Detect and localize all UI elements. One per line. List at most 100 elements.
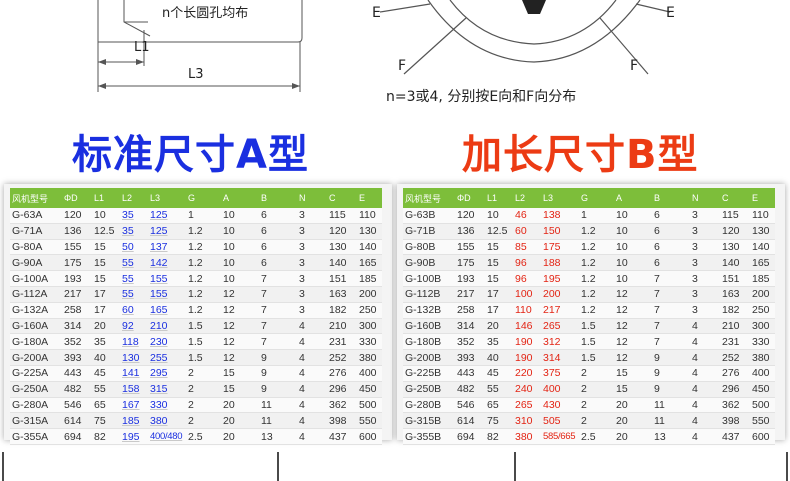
table-cell: 276 [327, 365, 357, 382]
table-cell: 7 [259, 286, 297, 303]
table-cell: 300 [357, 318, 382, 335]
table-cell: G-132B [403, 302, 455, 319]
table-cell: 310 [513, 412, 541, 430]
table-cell: 3 [297, 208, 327, 224]
table-cell: 136 [62, 223, 92, 240]
table-cell: 130 [327, 239, 357, 256]
spec-table-a: 风机型号 ΦD L1 L2 L3 G A B N C E G-63A 120 10 35 125 1 10 6 3 1… [10, 188, 382, 445]
table-cell: 1.2 [186, 254, 221, 272]
table-cell: 398 [720, 412, 750, 430]
table-cell: 1.5 [579, 349, 614, 366]
table-cell: 4 [690, 397, 720, 414]
table-cell: G-180A [10, 333, 62, 351]
table-cell: 430 [541, 397, 579, 414]
table-cell: 165 [148, 302, 186, 319]
table-row: G-355B 694 82 380 585/665 2.5 20 13 4 437 600 [403, 428, 775, 445]
table-cell: 85 [513, 239, 541, 256]
table-cell: 250 [750, 302, 775, 319]
table-cell: G-90B [403, 254, 455, 272]
table-cell: 4 [690, 412, 720, 430]
table-cell: 188 [541, 254, 579, 272]
table-cell: 11 [259, 412, 297, 430]
table-cell: 400 [750, 365, 775, 382]
table-cell: 330 [148, 397, 186, 414]
table-cell: 12.5 [92, 223, 120, 240]
table-cell: 10 [614, 254, 652, 272]
table-cell: 11 [652, 397, 690, 414]
table-cell: 3 [690, 239, 720, 256]
center-mark-icon [522, 0, 546, 14]
table-cell: 6 [652, 208, 690, 224]
column-header: L3 [541, 188, 579, 208]
table-cell: 200 [750, 286, 775, 303]
table-row: G-200A 393 40 130 255 1.5 12 9 4 252 380 [10, 349, 382, 366]
table-cell: G-71B [403, 223, 455, 240]
table-cell: 312 [541, 333, 579, 351]
table-cell: G-280B [403, 397, 455, 414]
table-cell: 10 [221, 223, 259, 240]
table-cell: 65 [92, 397, 120, 414]
table-cell: 3 [297, 223, 327, 240]
table-cell: 17 [92, 302, 120, 319]
table-cell: 600 [750, 428, 775, 445]
dimension-l3-label: L3 [188, 67, 204, 82]
table-row: G-160A 314 20 92 210 1.5 12 7 4 210 300 [10, 318, 382, 335]
table-cell: 2 [579, 365, 614, 382]
table-cell: 4 [690, 318, 720, 335]
table-cell: 6 [259, 239, 297, 256]
table-cell: 482 [455, 381, 485, 398]
table-cell: 6 [259, 223, 297, 240]
table-cell: 258 [62, 302, 92, 319]
table-cell: 12.5 [485, 223, 513, 240]
table-cell: G-180B [403, 333, 455, 351]
column-header: L3 [148, 188, 186, 208]
table-row: G-315B 614 75 310 505 2 20 11 4 398 550 [403, 412, 775, 430]
heading-standard-type-a: 标准尺寸A型 [72, 132, 309, 178]
table-cell: 9 [652, 381, 690, 398]
table-cell: G-315A [10, 412, 62, 430]
table-cell: 600 [357, 428, 382, 445]
table-cell: 546 [62, 397, 92, 414]
table-cell: G-100B [403, 270, 455, 287]
table-cell: 10 [485, 208, 513, 224]
table-cell: G-80A [10, 239, 62, 256]
table-cell: 55 [485, 381, 513, 398]
table-cell: 92 [120, 318, 148, 335]
table-cell: 2 [579, 397, 614, 414]
bottom-divider-3 [514, 452, 516, 481]
table-cell: 314 [455, 318, 485, 335]
table-cell: 1.2 [186, 270, 221, 287]
dimension-l1-label: L1 [134, 40, 150, 55]
table-row: G-250B 482 55 240 400 2 15 9 4 296 450 [403, 381, 775, 398]
table-cell: 12 [614, 349, 652, 366]
table-cell: 6 [259, 254, 297, 272]
table-cell: 352 [62, 333, 92, 351]
table-cell: 15 [221, 381, 259, 398]
table-cell: 130 [720, 239, 750, 256]
table-cell: G-280A [10, 397, 62, 414]
table-cell: 60 [120, 302, 148, 319]
table-cell: 1.5 [186, 333, 221, 351]
table-row: G-100A 193 15 55 155 1.2 10 7 3 151 185 [10, 270, 382, 287]
table-cell: 7 [652, 270, 690, 287]
column-header: A [614, 188, 652, 208]
table-cell: 115 [327, 208, 357, 224]
table-cell: 3 [297, 302, 327, 319]
table-row: G-80A 155 15 50 137 1.2 10 6 3 130 140 [10, 239, 382, 256]
table-cell: 182 [720, 302, 750, 319]
table-cell: 165 [357, 254, 382, 272]
table-cell: 130 [750, 223, 775, 240]
column-header: E [750, 188, 775, 208]
table-cell: 125 [148, 208, 186, 224]
table-cell: 7 [652, 286, 690, 303]
table-row: G-280A 546 65 167 330 2 20 11 4 362 500 [10, 397, 382, 414]
table-a-panel: 风机型号 ΦD L1 L2 L3 G A B N C E G-63A 120 10 35 125 1 10 6 3 1… [4, 184, 392, 445]
table-row: G-132B 258 17 110 217 1.2 12 7 3 182 250 [403, 302, 775, 319]
table-cell: 276 [720, 365, 750, 382]
table-cell: 231 [327, 333, 357, 351]
table-cell: 15 [485, 270, 513, 287]
column-header: B [259, 188, 297, 208]
table-cell: 1.2 [186, 286, 221, 303]
table-cell: 175 [455, 254, 485, 272]
table-cell: 258 [455, 302, 485, 319]
